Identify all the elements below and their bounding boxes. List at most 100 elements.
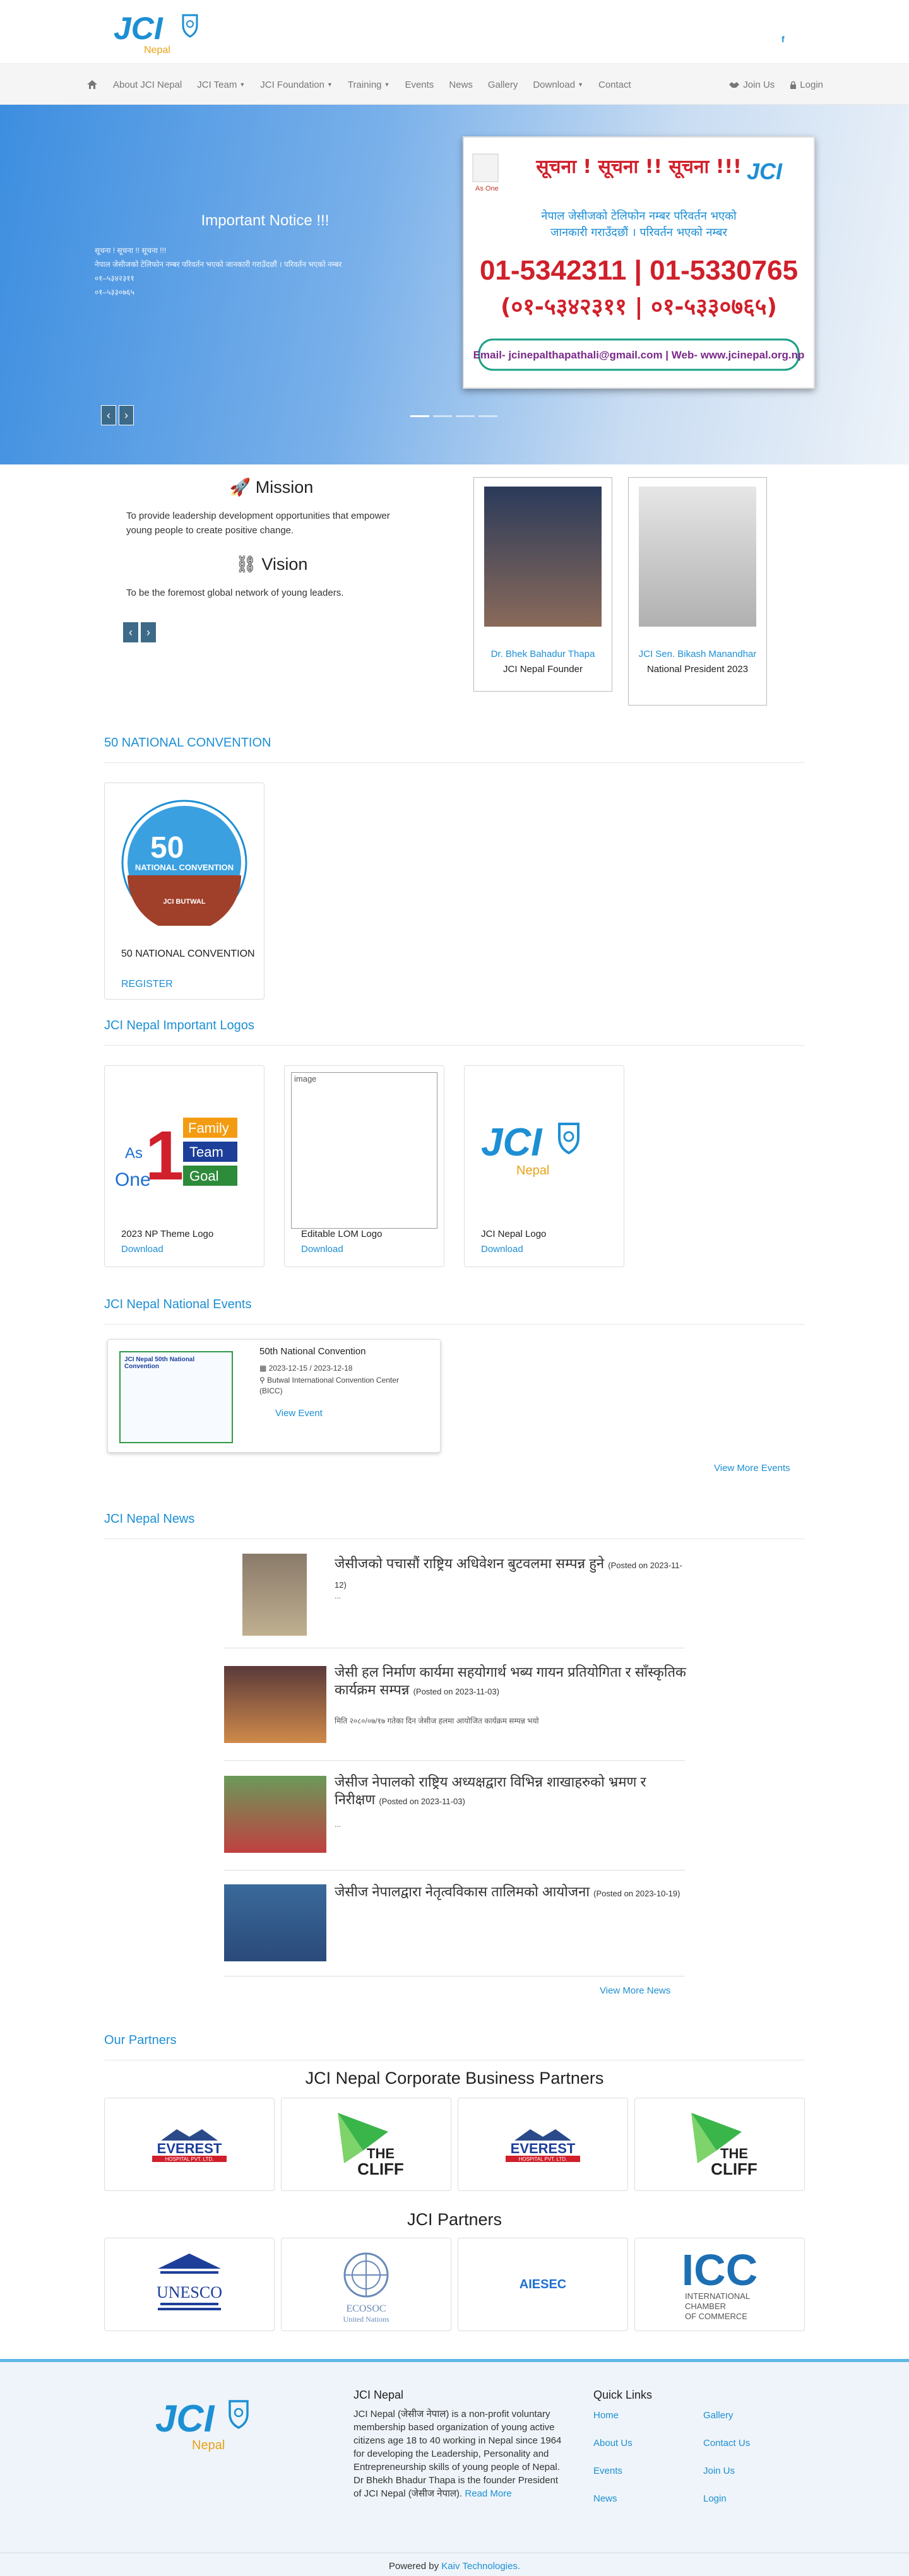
quick-links-title: Quick Links: [593, 2389, 653, 2401]
carousel-next-button[interactable]: ›: [119, 405, 134, 425]
nav-item-events[interactable]: Events: [405, 80, 434, 90]
news-thumbnail[interactable]: [242, 1554, 307, 1636]
news-thumbnail[interactable]: [224, 1776, 326, 1853]
svg-text:UNESCO: UNESCO: [157, 2283, 222, 2301]
partner-logo-icc[interactable]: ICC INTERNATIONAL CHAMBER OF COMMERCE: [634, 2238, 805, 2331]
footer-link-home[interactable]: Home: [593, 2410, 619, 2421]
footer-link-login[interactable]: Login: [703, 2493, 727, 2504]
mission-carousel-controls: ‹ ›: [123, 622, 156, 642]
theme-logo: One As 1 Family Team Goal: [115, 1117, 237, 1195]
footer-link-events[interactable]: Events: [593, 2466, 622, 2476]
partner-logo-everest[interactable]: EVEREST HOSPITAL PVT. LTD.: [104, 2098, 275, 2191]
svg-text:Email- jcinepalthapathali@gmai: Email- jcinepalthapathali@gmail.com | We…: [473, 349, 805, 361]
event-card: JCI Nepal 50th National Convention 50th …: [107, 1339, 441, 1453]
founder-role: JCI Nepal Founder: [503, 664, 583, 675]
download-link[interactable]: Download: [121, 1244, 163, 1255]
news-title[interactable]: जेसीज नेपालको राष्ट्रिय अध्यक्षद्वारा वि…: [335, 1773, 688, 1811]
main-navbar: About JCI Nepal JCI Team ▼ JCI Foundation…: [0, 63, 909, 105]
president-name[interactable]: JCI Sen. Bikash Manandhar: [629, 648, 766, 660]
svg-text:AIESEC: AIESEC: [520, 2278, 566, 2291]
news-title[interactable]: जेसी हल निर्माण कार्यमा सहयोगार्थ भब्य ग…: [335, 1663, 688, 1701]
news-thumbnail[interactable]: [224, 1666, 326, 1743]
footer-link-contact[interactable]: Contact Us: [703, 2438, 750, 2449]
svg-text:NATIONAL CONVENTION: NATIONAL CONVENTION: [135, 863, 234, 872]
carousel-prev-button[interactable]: ‹: [101, 405, 116, 425]
view-event-link[interactable]: View Event: [275, 1408, 323, 1419]
logo-card: One As 1 Family Team Goal 2023 NP Theme …: [104, 1065, 264, 1267]
news-thumbnail[interactable]: [224, 1884, 326, 1961]
partner-logo-ecosoc[interactable]: ECOSOC United Nations: [281, 2238, 451, 2331]
nav-item-download[interactable]: Download ▼: [533, 80, 583, 90]
hero-caption: Important Notice !!! सूचना ! सूचना !! सू…: [95, 212, 436, 299]
footer-about-title: JCI Nepal: [354, 2389, 404, 2401]
join-us-link[interactable]: Join Us: [728, 80, 775, 90]
download-link[interactable]: Download: [301, 1244, 343, 1255]
news-item: जेसी हल निर्माण कार्यमा सहयोगार्थ भब्य ग…: [224, 1662, 688, 1761]
svg-text:ECOSOC: ECOSOC: [346, 2303, 386, 2314]
svg-text:CHAMBER: CHAMBER: [685, 2301, 726, 2311]
footer-link-gallery[interactable]: Gallery: [703, 2410, 734, 2421]
caret-down-icon: ▼: [239, 81, 246, 88]
news-title[interactable]: जेसीज नेपालद्वारा नेतृत्वविकास तालिमको आ…: [335, 1883, 688, 1903]
svg-text:As: As: [125, 1145, 143, 1162]
svg-text:ICC: ICC: [682, 2245, 758, 2295]
corporate-partners-heading: JCI Nepal Corporate Business Partners: [305, 2069, 604, 2088]
svg-text:As One: As One: [475, 185, 499, 192]
nav-item-contact[interactable]: Contact: [598, 80, 631, 90]
footer-link-about[interactable]: About Us: [593, 2438, 633, 2449]
jci-partners-heading: JCI Partners: [407, 2210, 502, 2229]
news-excerpt: ...: [335, 1820, 342, 1829]
hero-line: ०१–५३४२३११: [95, 274, 134, 283]
convention-badge: 50 NATIONAL CONVENTION JCI BUTWAL: [121, 800, 247, 926]
download-link[interactable]: Download: [481, 1244, 523, 1255]
convention-section-title: 50 NATIONAL CONVENTION: [104, 736, 271, 750]
partner-logo-the-cliff[interactable]: THE CLIFF: [634, 2098, 805, 2191]
mission-vision-text: 🚀 Mission To provide leadership developm…: [126, 477, 417, 600]
svg-text:EVEREST: EVEREST: [157, 2141, 222, 2156]
footer-link-join[interactable]: Join Us: [703, 2466, 735, 2476]
founder-name[interactable]: Dr. Bhek Bahadur Thapa: [474, 648, 612, 660]
carousel-dot[interactable]: [478, 415, 497, 417]
mission-next-button[interactable]: ›: [141, 622, 156, 642]
facebook-icon[interactable]: f: [781, 34, 785, 44]
mission-prev-button[interactable]: ‹: [123, 622, 138, 642]
president-card: JCI Sen. Bikash Manandhar National Presi…: [628, 477, 767, 706]
partner-logo-unesco[interactable]: UNESCO: [104, 2238, 275, 2331]
svg-text:Nepal: Nepal: [192, 2438, 225, 2452]
lock-icon: [790, 81, 797, 89]
president-role: National President 2023: [646, 664, 749, 675]
top-bar: JCI Nepal f: [0, 0, 909, 63]
vision-heading: ⛓ Vision: [235, 555, 308, 574]
footer-link-news[interactable]: News: [593, 2493, 617, 2504]
nav-item-jci-foundation[interactable]: JCI Foundation ▼: [260, 80, 333, 90]
kaiv-technologies-link[interactable]: Kaiv Technologies.: [441, 2561, 520, 2572]
register-link[interactable]: REGISTER: [121, 979, 173, 990]
jci-nepal-logo[interactable]: JCI Nepal: [112, 6, 226, 57]
news-title[interactable]: जेसीजको पचासौं राष्ट्रिय अधिवेशन बुटवलमा…: [335, 1555, 688, 1594]
nav-item-gallery[interactable]: Gallery: [488, 80, 518, 90]
carousel-dot[interactable]: [456, 415, 475, 417]
nav-item-training[interactable]: Training ▼: [348, 80, 390, 90]
nav-item-jci-team[interactable]: JCI Team ▼: [197, 80, 245, 90]
nav-menu: About JCI Nepal JCI Team ▼ JCI Foundation…: [86, 64, 646, 105]
partner-logo-everest[interactable]: EVEREST HOSPITAL PVT. LTD.: [458, 2098, 628, 2191]
svg-text:सूचना ! सूचना !! सूचना !!!: सूचना ! सूचना !! सूचना !!!: [535, 156, 742, 179]
handshake-icon: [729, 82, 740, 88]
home-icon[interactable]: [86, 80, 98, 90]
read-more-link[interactable]: Read More: [465, 2488, 511, 2499]
view-more-events-link[interactable]: View More Events: [714, 1463, 790, 1474]
login-link[interactable]: Login: [790, 80, 823, 90]
partner-logo-the-cliff[interactable]: THE CLIFF: [281, 2098, 451, 2191]
carousel-dot[interactable]: [433, 415, 452, 417]
hero-title: Important Notice !!!: [201, 212, 330, 229]
nav-item-about[interactable]: About JCI Nepal: [113, 80, 182, 90]
nav-item-news[interactable]: News: [449, 80, 473, 90]
president-photo: [639, 487, 756, 627]
view-more-news-link[interactable]: View More News: [600, 1985, 670, 1996]
hero-line: नेपाल जेसीजको टेलिफोन नम्बर परिवर्तन भएक…: [95, 260, 342, 269]
svg-text:(०१-५३४२३११ | ०१-५३३०७६५): (०१-५३४२३११ | ०१-५३३०७६५): [501, 294, 777, 320]
carousel-dot[interactable]: [410, 415, 429, 417]
partner-logo-aiesec[interactable]: AIESEC: [458, 2238, 628, 2331]
divider: [104, 1045, 805, 1046]
footer-logo[interactable]: JCI Nepal: [152, 2387, 271, 2459]
